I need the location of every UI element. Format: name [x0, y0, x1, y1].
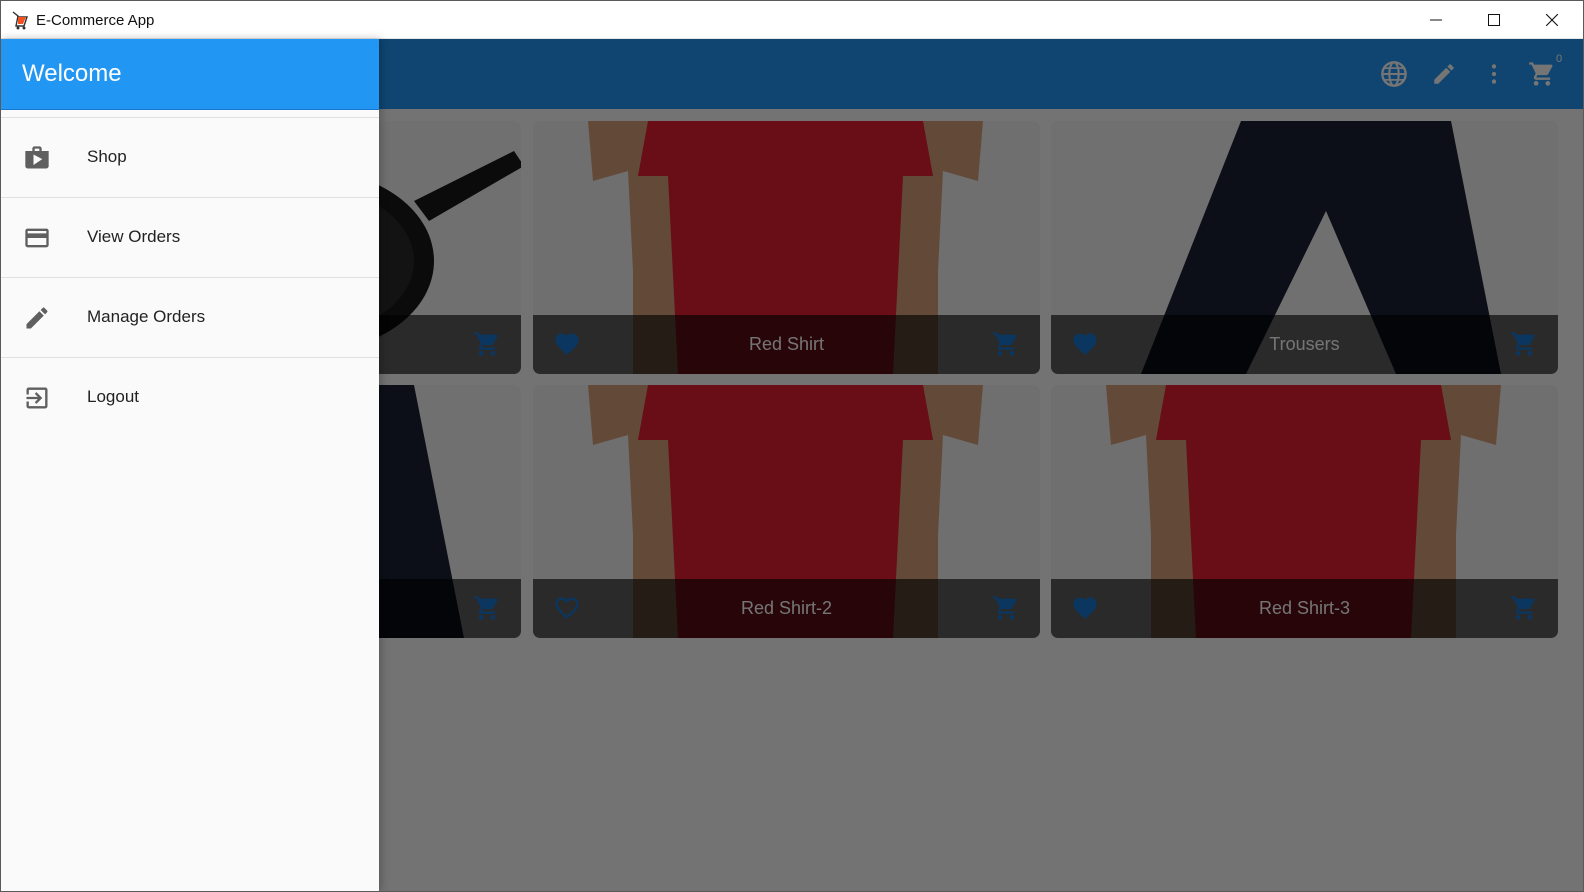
minimize-button[interactable]	[1407, 1, 1465, 38]
maximize-icon	[1488, 13, 1500, 26]
drawer-item-logout[interactable]: Logout	[1, 357, 379, 437]
logout-icon	[26, 387, 48, 409]
title-bar: E-Commerce App	[1, 1, 1583, 39]
app-window: E-Commerce App Welcome Shop View Orders …	[0, 0, 1584, 892]
window-title: E-Commerce App	[36, 12, 155, 29]
drawer-item-label: Logout	[87, 387, 139, 406]
drawer-header: Welcome	[1, 39, 379, 110]
drawer-item-label: Shop	[87, 147, 127, 166]
maximize-button[interactable]	[1465, 1, 1523, 38]
credit-card-icon	[25, 228, 49, 248]
minimize-icon	[1430, 19, 1442, 20]
drawer-item-shop[interactable]: Shop	[1, 117, 379, 197]
shop-icon	[25, 146, 49, 169]
drawer-title: Welcome	[22, 60, 122, 87]
drawer-item-view-orders[interactable]: View Orders	[1, 197, 379, 277]
drawer-menu: Shop View Orders Manage Orders Logout	[1, 117, 379, 437]
pencil-icon	[26, 307, 48, 329]
drawer-item-label: Manage Orders	[87, 307, 206, 326]
drawer-item-manage-orders[interactable]: Manage Orders	[1, 277, 379, 357]
app-logo-icon	[12, 11, 28, 30]
navigation-drawer: Welcome Shop View Orders Manage Orders L…	[1, 39, 379, 891]
drawer-item-label: View Orders	[87, 227, 181, 246]
close-icon	[1546, 13, 1558, 26]
close-button[interactable]	[1523, 1, 1581, 38]
